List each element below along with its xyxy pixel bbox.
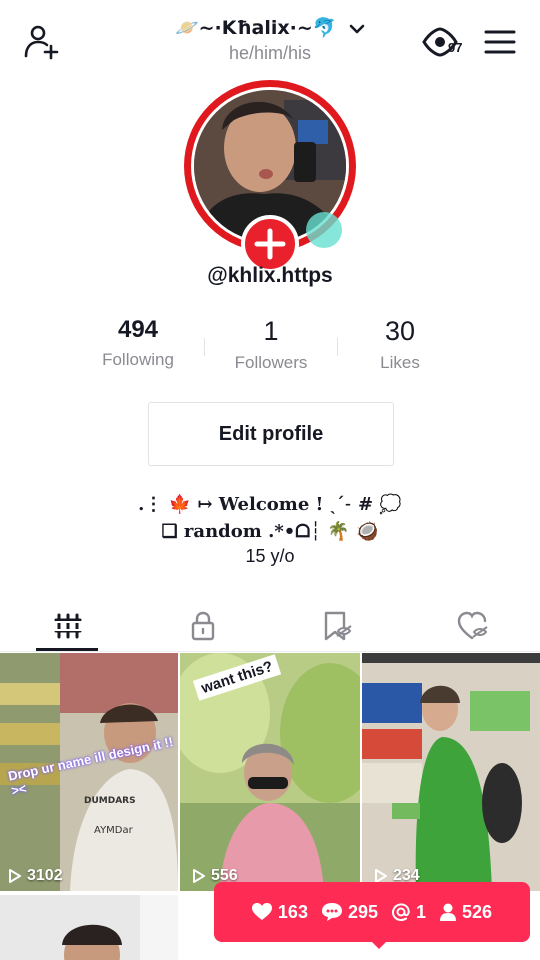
- notif-comments-count: 295: [347, 901, 379, 922]
- chevron-down-icon: [349, 24, 365, 33]
- thought-bubble-icon: 💭: [379, 494, 402, 515]
- heart-icon: [251, 903, 272, 920]
- view-count-value: 3102: [27, 867, 63, 884]
- stat-likes-value: 30: [384, 316, 416, 346]
- profile-tabs: [0, 600, 540, 652]
- bio-line-2-text: ❏ random .*•ᗝ┆: [161, 521, 322, 542]
- person-icon: [440, 903, 457, 921]
- notif-likes: 163: [251, 901, 308, 923]
- play-icon: [9, 869, 21, 883]
- display-name-text: 🪐~·Kħalix·~🐬: [174, 17, 337, 39]
- hamburger-menu-icon[interactable]: [484, 28, 516, 56]
- video-thumbnail-image: [0, 895, 178, 960]
- stat-divider: [337, 338, 338, 356]
- stat-followers-value: 1: [263, 316, 279, 346]
- username: @khlix.https: [207, 264, 333, 287]
- video-thumbnail[interactable]: DUMDARS AYMDar Drop ur name ill design i…: [0, 653, 178, 891]
- edit-profile-button[interactable]: Edit profile: [148, 402, 394, 466]
- play-icon: [193, 869, 205, 883]
- stat-following-label: Following: [102, 350, 174, 369]
- bio-line-1-text: ↦ Welcome ! ˎˊ˗ #: [197, 494, 374, 515]
- notif-mentions: 1: [392, 902, 426, 923]
- profile-views-count: 97: [448, 40, 463, 55]
- at-mention-icon: [392, 903, 410, 921]
- stat-divider: [204, 338, 205, 356]
- svg-text:DUMDARS: DUMDARS: [84, 796, 136, 806]
- notification-pointer: [370, 940, 388, 949]
- stat-followers[interactable]: 1 Followers: [201, 316, 341, 373]
- svg-text:AYMDar: AYMDar: [94, 825, 134, 836]
- video-thumbnail[interactable]: want this? 556: [180, 653, 360, 891]
- stat-following-value: 494: [117, 316, 159, 343]
- notif-followers-count: 526: [462, 901, 493, 922]
- bio-line-1-prefix: .⋮: [138, 494, 163, 515]
- top-bar: 🪐~·Kħalix·~🐬 he/him/his 97: [0, 0, 540, 80]
- active-tab-indicator: [36, 648, 98, 651]
- profile-views-eye-icon[interactable]: [422, 26, 470, 58]
- notif-mentions-count: 1: [416, 901, 427, 922]
- display-name[interactable]: 🪐~·Kħalix·~🐬: [140, 16, 400, 39]
- add-user-icon[interactable]: [22, 22, 62, 62]
- stat-following[interactable]: 494 Following: [68, 316, 208, 370]
- lock-icon: [191, 611, 214, 641]
- palm-tree-icon: 🌴: [327, 521, 350, 542]
- tab-liked[interactable]: [405, 600, 540, 652]
- stat-followers-label: Followers: [234, 353, 308, 372]
- bookmark-hidden-icon: [324, 611, 352, 641]
- account-switcher[interactable]: 🪐~·Kħalix·~🐬 he/him/his: [140, 16, 400, 64]
- notif-followers: 526: [440, 902, 492, 923]
- notif-likes-count: 163: [277, 901, 308, 922]
- bio-line-1: .⋮ 🍁 ↦ Welcome ! ˎˊ˗ # 💭: [0, 494, 540, 515]
- stat-likes-label: Likes: [380, 353, 420, 372]
- video-thumbnail[interactable]: [0, 895, 178, 960]
- tab-videos[interactable]: [0, 600, 135, 652]
- video-thumbnail[interactable]: 234: [362, 653, 540, 891]
- tab-private[interactable]: [135, 600, 270, 652]
- bio-age: 15 y/o: [245, 546, 295, 566]
- maple-leaf-icon: 🍁: [168, 494, 192, 515]
- bio-line-2: ❏ random .*•ᗝ┆ 🌴 🥥: [0, 521, 540, 542]
- online-status-dot: [306, 212, 342, 248]
- stat-likes[interactable]: 30 Likes: [330, 316, 470, 373]
- activity-notification[interactable]: 163 295 1 526: [214, 882, 530, 942]
- view-count: 3102: [8, 867, 63, 885]
- video-thumbnail-image: [362, 653, 540, 891]
- plus-icon: [254, 228, 286, 260]
- notif-comments: 295: [321, 901, 379, 923]
- grid-columns-icon: [53, 613, 82, 639]
- pronouns: he/him/his: [228, 43, 312, 63]
- tab-favorites[interactable]: [270, 600, 405, 652]
- bio: .⋮ 🍁 ↦ Welcome ! ˎˊ˗ # 💭 ❏ random .*•ᗝ┆ …: [0, 494, 540, 567]
- heart-hidden-icon: [457, 611, 488, 640]
- comment-icon: [321, 903, 342, 921]
- profile-stats: 494 Following 1 Followers 30 Likes: [0, 316, 540, 386]
- coconut-icon: 🥥: [356, 521, 379, 542]
